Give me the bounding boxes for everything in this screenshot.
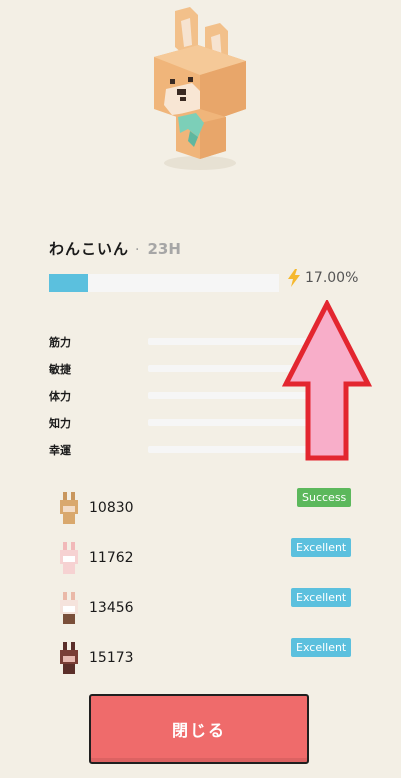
- stat-label-luck: 幸運: [49, 444, 71, 457]
- progress-percentage: 17.00%: [305, 270, 359, 286]
- status-badge: Excellent: [291, 638, 352, 657]
- bunny-dog-character-icon: [154, 7, 246, 170]
- character-avatar-icon: [60, 642, 78, 674]
- character-avatar-icon: [60, 492, 78, 524]
- up-arrow-annotation-icon: [282, 300, 372, 461]
- entry-id: 10830: [89, 500, 134, 516]
- character-name-row: わんこいん · 23H: [49, 238, 181, 259]
- character-avatar-icon: [60, 592, 78, 624]
- character-name: わんこいん: [49, 240, 130, 258]
- character-age: 23H: [147, 240, 181, 258]
- close-button[interactable]: 閉じる: [89, 694, 309, 764]
- status-badge: Excellent: [291, 588, 352, 607]
- stat-label-agility: 敏捷: [49, 363, 71, 376]
- stat-label-stamina: 体力: [49, 390, 71, 403]
- stat-label-strength: 筋力: [49, 336, 71, 349]
- character-avatar-icon: [60, 542, 78, 574]
- lightning-icon: [288, 269, 300, 287]
- entry-id: 11762: [89, 550, 134, 566]
- name-separator: ·: [135, 242, 140, 258]
- list-item[interactable]: 11762: [55, 540, 134, 576]
- status-badge: Excellent: [291, 538, 352, 557]
- list-item[interactable]: 13456: [55, 590, 134, 626]
- entry-id: 15173: [89, 650, 134, 666]
- list-item[interactable]: 10830: [55, 490, 134, 526]
- entry-id: 13456: [89, 600, 134, 616]
- list-item[interactable]: 15173: [55, 640, 134, 676]
- status-badge: Success: [297, 488, 352, 507]
- growth-progress-bar: [49, 274, 279, 292]
- character-illustration: [0, 0, 401, 200]
- stat-label-intelligence: 知力: [49, 417, 71, 430]
- growth-progress-fill: [49, 274, 89, 292]
